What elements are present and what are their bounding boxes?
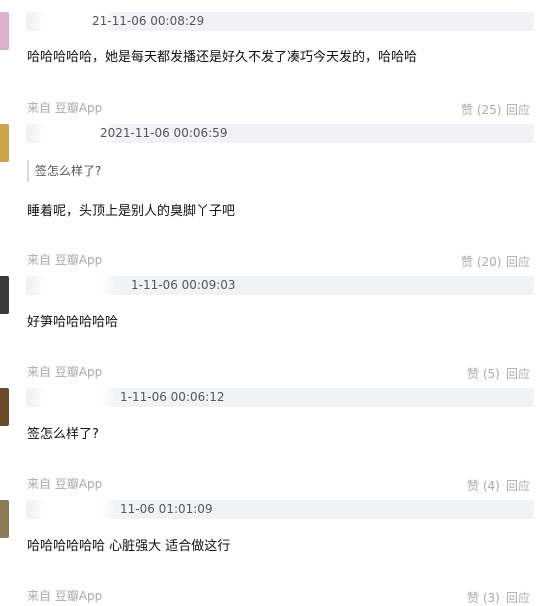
comment-text: 哈哈哈哈哈哈 心脏强大 适合做这行 xyxy=(27,539,231,554)
source-label: 来自 豆瓣App xyxy=(27,477,103,491)
like-button[interactable]: 赞 (5) xyxy=(467,365,500,382)
reply-button[interactable]: 回应 xyxy=(506,365,530,382)
comment-header: 2021-11-06 00:06:59 xyxy=(26,124,534,143)
source-app-link[interactable]: 豆瓣App xyxy=(55,101,102,115)
quoted-reply: 签怎么样了? xyxy=(27,160,101,182)
avatar[interactable] xyxy=(0,500,9,538)
reply-button[interactable]: 回应 xyxy=(506,589,530,606)
source-label: 来自 豆瓣App xyxy=(27,101,103,115)
timestamp: 1-11-06 00:06:12 xyxy=(120,390,225,404)
like-button[interactable]: 赞 (20) xyxy=(461,253,501,270)
source-app-link[interactable]: 豆瓣App xyxy=(55,589,102,603)
avatar[interactable] xyxy=(0,12,9,50)
source-label: 来自 豆瓣App xyxy=(27,365,103,379)
avatar[interactable] xyxy=(0,388,9,426)
comment-text: 哈哈哈哈哈，她是每天都发播还是好久不发了凑巧今天发的，哈哈哈 xyxy=(27,50,418,65)
comment-header: 1-11-06 00:09:03 xyxy=(26,276,534,295)
timestamp: 11-06 01:01:09 xyxy=(120,502,213,516)
timestamp: 1-11-06 00:09:03 xyxy=(131,278,236,292)
reply-button[interactable]: 回应 xyxy=(506,477,530,494)
comment-header: 1-11-06 00:06:12 xyxy=(26,388,534,407)
user-name[interactable] xyxy=(30,388,116,407)
user-name[interactable] xyxy=(30,500,116,519)
source-label: 来自 豆瓣App xyxy=(27,589,103,603)
source-app-link[interactable]: 豆瓣App xyxy=(55,477,102,491)
like-count: (5) xyxy=(482,367,500,381)
like-button[interactable]: 赞 (25) xyxy=(461,101,501,118)
like-count: (25) xyxy=(476,103,502,117)
comment-header: 21-11-06 00:08:29 xyxy=(26,12,534,31)
comment-text: 睡着呢，头顶上是别人的臭脚丫子吧 xyxy=(27,204,236,219)
source-label: 来自 豆瓣App xyxy=(27,253,103,267)
like-button[interactable]: 赞 (3) xyxy=(467,589,500,606)
comment-text: 签怎么样了? xyxy=(27,427,99,442)
like-button[interactable]: 赞 (4) xyxy=(467,477,500,494)
timestamp: 2021-11-06 00:06:59 xyxy=(100,126,228,140)
like-count: (20) xyxy=(476,255,502,269)
user-name[interactable] xyxy=(30,276,116,295)
source-app-link[interactable]: 豆瓣App xyxy=(55,253,102,267)
avatar[interactable] xyxy=(0,124,9,162)
comment-header: 11-06 01:01:09 xyxy=(26,500,534,519)
reply-button[interactable]: 回应 xyxy=(506,253,530,270)
avatar[interactable] xyxy=(0,276,9,314)
comment-text: 好笋哈哈哈哈哈 xyxy=(27,315,119,330)
source-app-link[interactable]: 豆瓣App xyxy=(55,365,102,379)
like-count: (3) xyxy=(482,591,500,605)
reply-button[interactable]: 回应 xyxy=(506,101,530,118)
like-count: (4) xyxy=(482,479,500,493)
timestamp: 21-11-06 00:08:29 xyxy=(92,14,205,28)
